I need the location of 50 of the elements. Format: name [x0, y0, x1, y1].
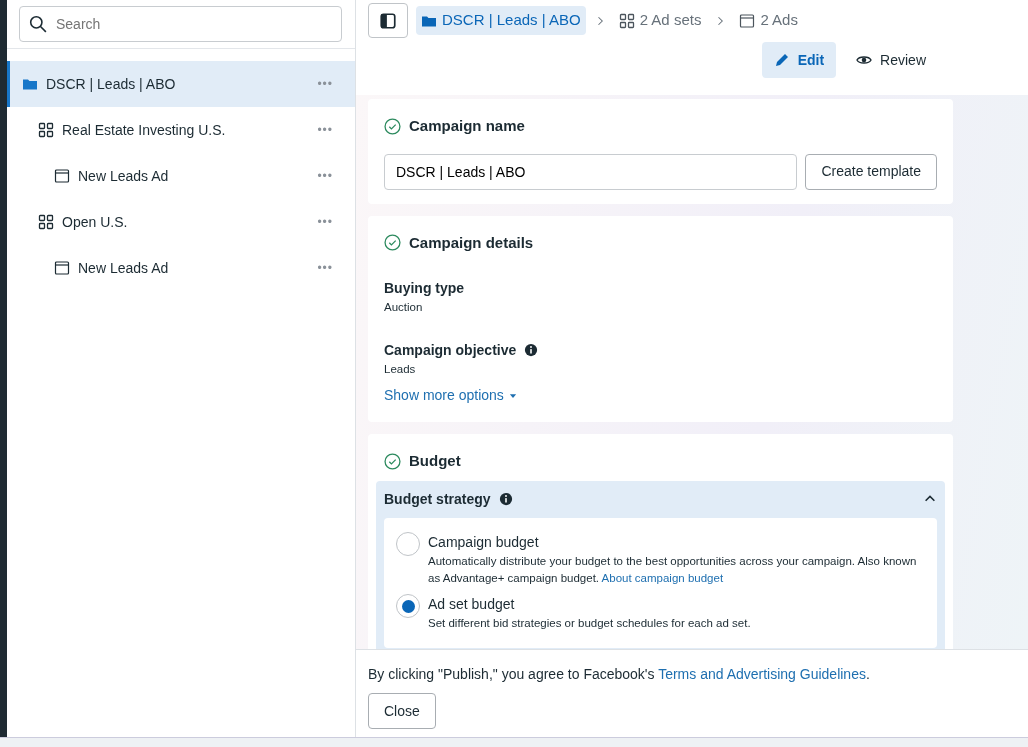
search-field[interactable]: Search: [19, 6, 342, 42]
tree-item[interactable]: Open U.S. •••: [7, 199, 355, 245]
mode-tab[interactable]: Review: [844, 42, 938, 78]
check-circle-icon: [384, 117, 401, 135]
tree-item[interactable]: New Leads Ad •••: [7, 245, 355, 291]
more-button[interactable]: •••: [317, 121, 333, 139]
breadcrumb-link[interactable]: 2 Ad sets: [613, 6, 707, 35]
info-icon: [498, 492, 513, 507]
check-circle-icon: [384, 453, 401, 471]
field-label: Buying type: [384, 279, 465, 298]
more-button[interactable]: •••: [317, 167, 333, 185]
section-title: Campaign name: [409, 116, 525, 136]
window-icon: [54, 260, 70, 276]
tree-item[interactable]: DSCR | Leads | ABO •••: [7, 61, 355, 107]
window-icon: [739, 12, 756, 29]
pencil-icon: [773, 52, 790, 68]
show-more-link[interactable]: Show more options: [384, 385, 518, 407]
tree-item[interactable]: Real Estate Investing U.S. •••: [7, 107, 355, 153]
section-title: Budget: [409, 451, 461, 472]
strategy-label: Budget strategy: [384, 489, 491, 509]
grid-icon: [618, 12, 635, 29]
name-field[interactable]: DSCR | Leads | ABO: [384, 153, 798, 190]
grid-icon: [38, 214, 54, 230]
option-label: Ad set budget: [428, 595, 516, 615]
create-template-button[interactable]: Create template: [805, 153, 937, 190]
agreement-text: By clicking "Publish," you agree to Facebook's Terms and Advertising Guidelines.: [368, 665, 871, 684]
info-icon: [524, 343, 539, 358]
option-description: Automatically distribute your budget to the best opportunities across your campaign. Also known as Advantage+ campaign budget. About campaign budget: [428, 553, 918, 586]
sidebar-toggle-button[interactable]: [368, 3, 408, 38]
field-value: Auction: [384, 300, 424, 315]
close-button[interactable]: Close: [368, 693, 436, 729]
about-link[interactable]: About campaign budget: [601, 571, 724, 584]
option-description: Set different bid strategies or budget schedules for each ad set.: [428, 616, 751, 632]
window-icon: [54, 168, 70, 184]
mode-tab[interactable]: Edit: [761, 42, 837, 78]
grid-icon: [38, 122, 54, 138]
radio-button[interactable]: [396, 531, 420, 556]
breadcrumb-link[interactable]: DSCR | Leads | ABO: [416, 6, 586, 35]
panel-icon: [379, 11, 397, 30]
field-value: Leads: [384, 361, 417, 377]
more-button[interactable]: •••: [317, 213, 333, 231]
terms-link[interactable]: Terms and Advertising Guidelines: [658, 666, 866, 682]
more-button[interactable]: •••: [317, 259, 333, 277]
section-title: Campaign details: [409, 232, 534, 253]
radio-button[interactable]: [396, 594, 420, 619]
check-circle-icon: [384, 234, 401, 252]
tree-item[interactable]: New Leads Ad •••: [7, 153, 355, 199]
field-label: Campaign objective: [384, 340, 517, 360]
option-label: Campaign budget: [428, 532, 540, 552]
breadcrumb-link[interactable]: 2 Ads: [734, 6, 803, 35]
